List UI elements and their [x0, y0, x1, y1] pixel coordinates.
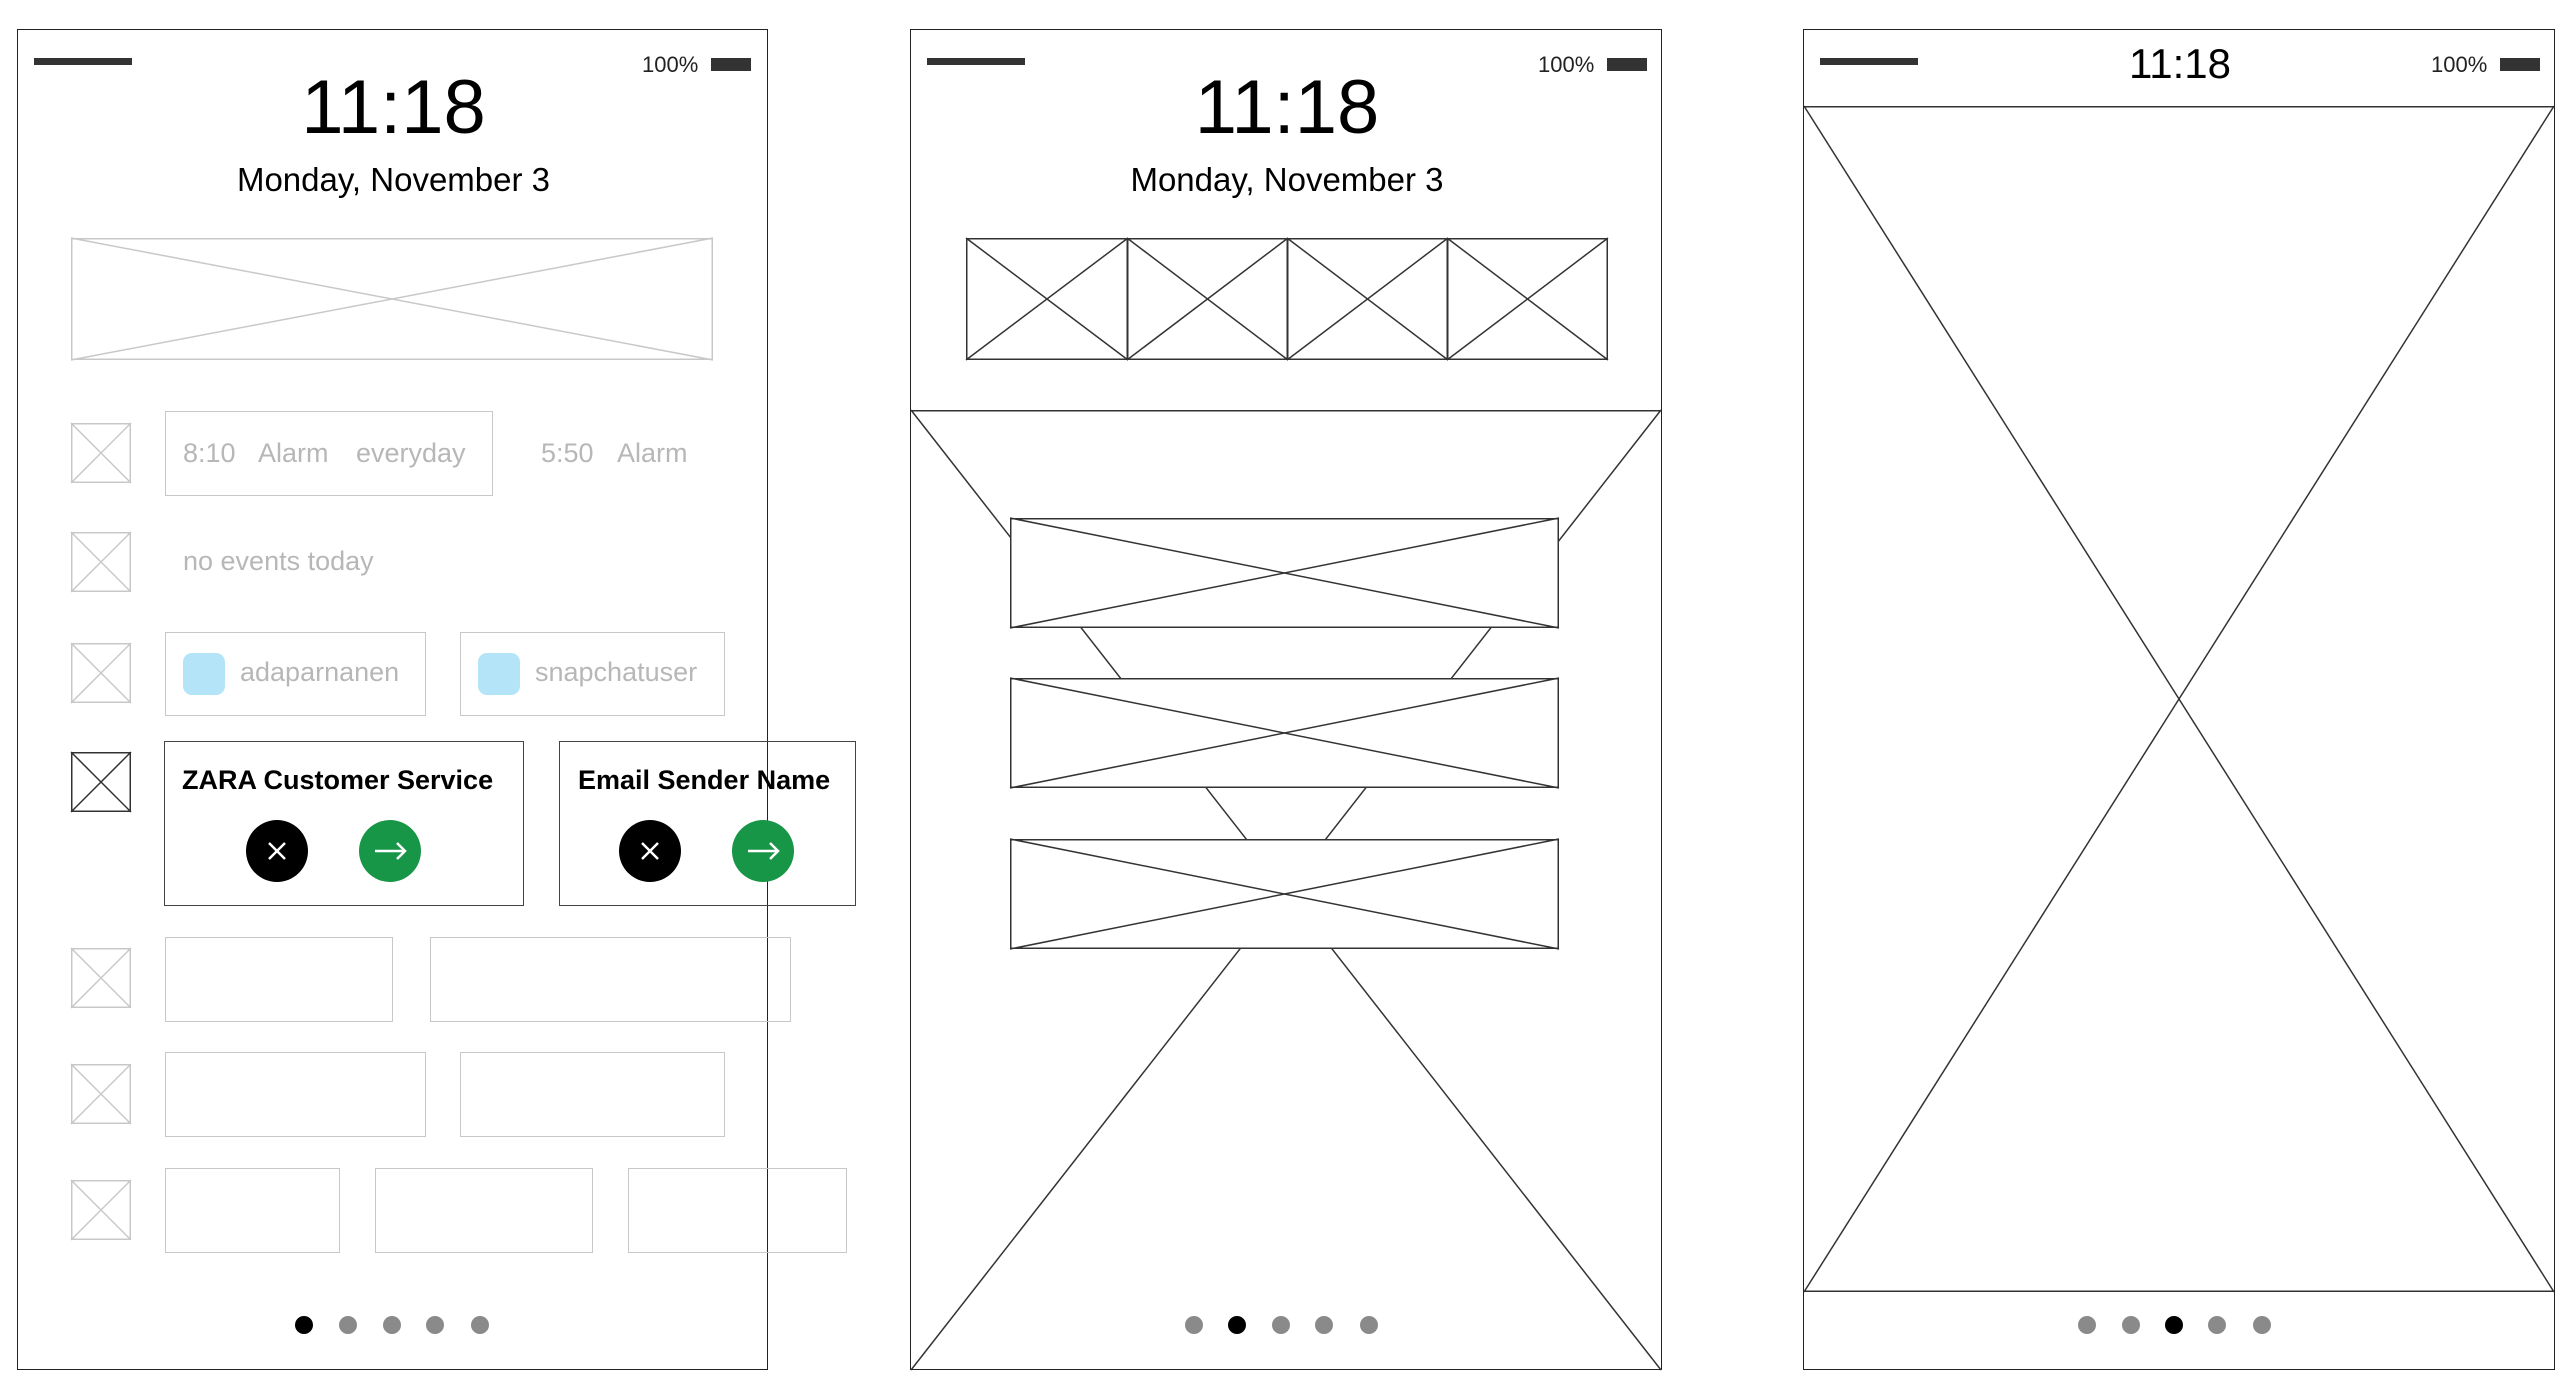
- close-icon[interactable]: [619, 820, 681, 882]
- app-shortcut-placeholder[interactable]: [1126, 237, 1289, 361]
- alarm-widget-icon: [70, 422, 132, 484]
- page-dot[interactable]: [339, 1316, 357, 1334]
- phone-screen-1: 100% 11:18 Monday, November 3 8:10 Alarm…: [17, 29, 847, 1370]
- widget-icon-placeholder: [70, 1179, 132, 1241]
- page-dot-active[interactable]: [295, 1316, 313, 1334]
- contact-name: adaparnanen: [240, 657, 400, 687]
- alarm-time: 5:50: [541, 438, 594, 468]
- notification-title: Email Sender Name: [578, 765, 831, 795]
- widget-icon-placeholder: [70, 1063, 132, 1125]
- widget-slot[interactable]: [165, 1168, 340, 1253]
- notification-card[interactable]: Email Sender Name: [559, 741, 856, 906]
- notification-card[interactable]: ZARA Customer Service: [164, 741, 524, 906]
- contacts-widget-icon: [70, 642, 132, 704]
- alarm-label: Alarm: [258, 438, 329, 468]
- widget-slot[interactable]: [460, 1052, 725, 1137]
- contact-avatar-icon: [183, 653, 225, 695]
- page-dot[interactable]: [1272, 1316, 1290, 1334]
- no-events-text: no events today: [183, 546, 374, 576]
- alarm-label: Alarm: [617, 438, 688, 468]
- widget-icon-placeholder: [70, 947, 132, 1009]
- app-shortcut-placeholder[interactable]: [1446, 237, 1609, 361]
- page-dot[interactable]: [2122, 1316, 2140, 1334]
- alarm-repeat: everyday: [356, 438, 466, 468]
- arrow-right-icon[interactable]: [732, 820, 794, 882]
- arrow-right-icon[interactable]: [359, 820, 421, 882]
- widget-slot[interactable]: [430, 937, 791, 1022]
- lock-date: Monday, November 3: [1130, 161, 1444, 198]
- phone-screen-2: 100% 11:18 Monday, November 3: [910, 29, 1662, 1371]
- calendar-widget-icon: [70, 531, 132, 593]
- page-dot[interactable]: [1360, 1316, 1378, 1334]
- app-shortcut-placeholder[interactable]: [1286, 237, 1449, 361]
- contact-name: snapchatuser: [535, 657, 698, 687]
- notification-card-placeholder[interactable]: [1009, 677, 1560, 789]
- banner-image-placeholder: [70, 237, 714, 361]
- page-dot[interactable]: [426, 1316, 444, 1334]
- page-dot[interactable]: [2253, 1316, 2271, 1334]
- lock-time: 11:18: [301, 65, 486, 150]
- page-dot[interactable]: [1185, 1316, 1203, 1334]
- close-icon[interactable]: [246, 820, 308, 882]
- page-dot[interactable]: [2208, 1316, 2226, 1334]
- lock-date: Monday, November 3: [236, 161, 551, 198]
- lock-time: 11:18: [1194, 65, 1380, 150]
- phone-screen-3: 100% 11:18: [1803, 29, 2555, 1370]
- page-dot[interactable]: [1315, 1316, 1333, 1334]
- page-dot[interactable]: [2078, 1316, 2096, 1334]
- app-shortcut-placeholder[interactable]: [965, 237, 1129, 361]
- app-content-placeholder: [1803, 105, 2555, 1293]
- widget-slot[interactable]: [375, 1168, 593, 1253]
- notification-title: ZARA Customer Service: [182, 765, 494, 795]
- status-time: 11:18: [2129, 40, 2231, 87]
- page-dot-active[interactable]: [1228, 1316, 1246, 1334]
- contact-avatar-icon: [478, 653, 520, 695]
- widget-slot[interactable]: [165, 1052, 426, 1137]
- mail-widget-icon: [70, 751, 132, 813]
- page-dot[interactable]: [471, 1316, 489, 1334]
- page-dot-active[interactable]: [2165, 1316, 2183, 1334]
- page-dot[interactable]: [383, 1316, 401, 1334]
- notification-card-placeholder[interactable]: [1009, 517, 1560, 629]
- alarm-time: 8:10: [183, 438, 236, 468]
- widget-slot[interactable]: [165, 937, 393, 1022]
- notification-card-placeholder[interactable]: [1009, 838, 1560, 950]
- widget-slot[interactable]: [628, 1168, 847, 1253]
